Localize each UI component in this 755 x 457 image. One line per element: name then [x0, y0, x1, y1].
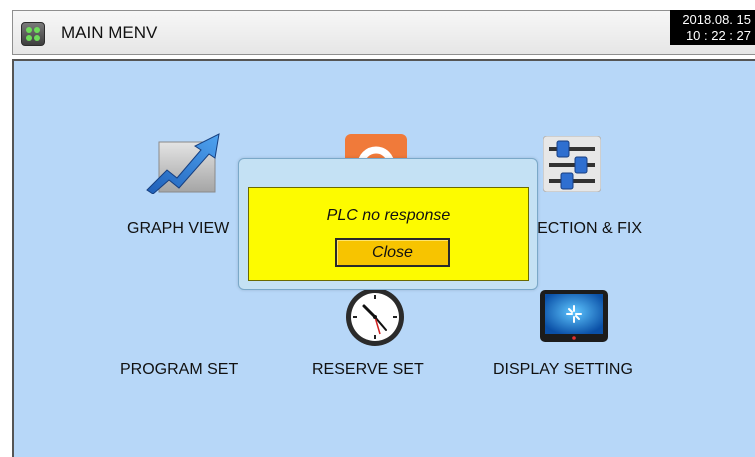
- date-text: 2018.08. 15: [682, 12, 751, 27]
- dialog-message: PLC no response: [326, 207, 451, 224]
- clock-icon[interactable]: [344, 286, 406, 348]
- menu-grid-icon[interactable]: [21, 22, 45, 46]
- sliders-icon[interactable]: [543, 136, 601, 192]
- program-set-label[interactable]: PROGRAM SET: [120, 361, 238, 379]
- date-time-display: 2018.08. 15 10 : 22 : 27: [670, 10, 755, 45]
- display-setting-label[interactable]: DISPLAY SETTING: [493, 361, 633, 379]
- time-text: 10 : 22 : 27: [685, 28, 751, 43]
- page-title: MAIN MENV: [61, 23, 158, 42]
- title-bar: MAIN MENV: [12, 10, 755, 55]
- plc-error-dialog: PLC no response Close: [238, 158, 538, 290]
- display-icon[interactable]: [540, 290, 608, 342]
- graph-icon[interactable]: [145, 132, 225, 194]
- close-button[interactable]: Close: [335, 238, 450, 267]
- reserve-set-label[interactable]: RESERVE SET: [312, 361, 424, 379]
- dialog-body: PLC no response Close: [248, 187, 529, 281]
- graph-view-label[interactable]: GRAPH VIEW: [127, 220, 229, 238]
